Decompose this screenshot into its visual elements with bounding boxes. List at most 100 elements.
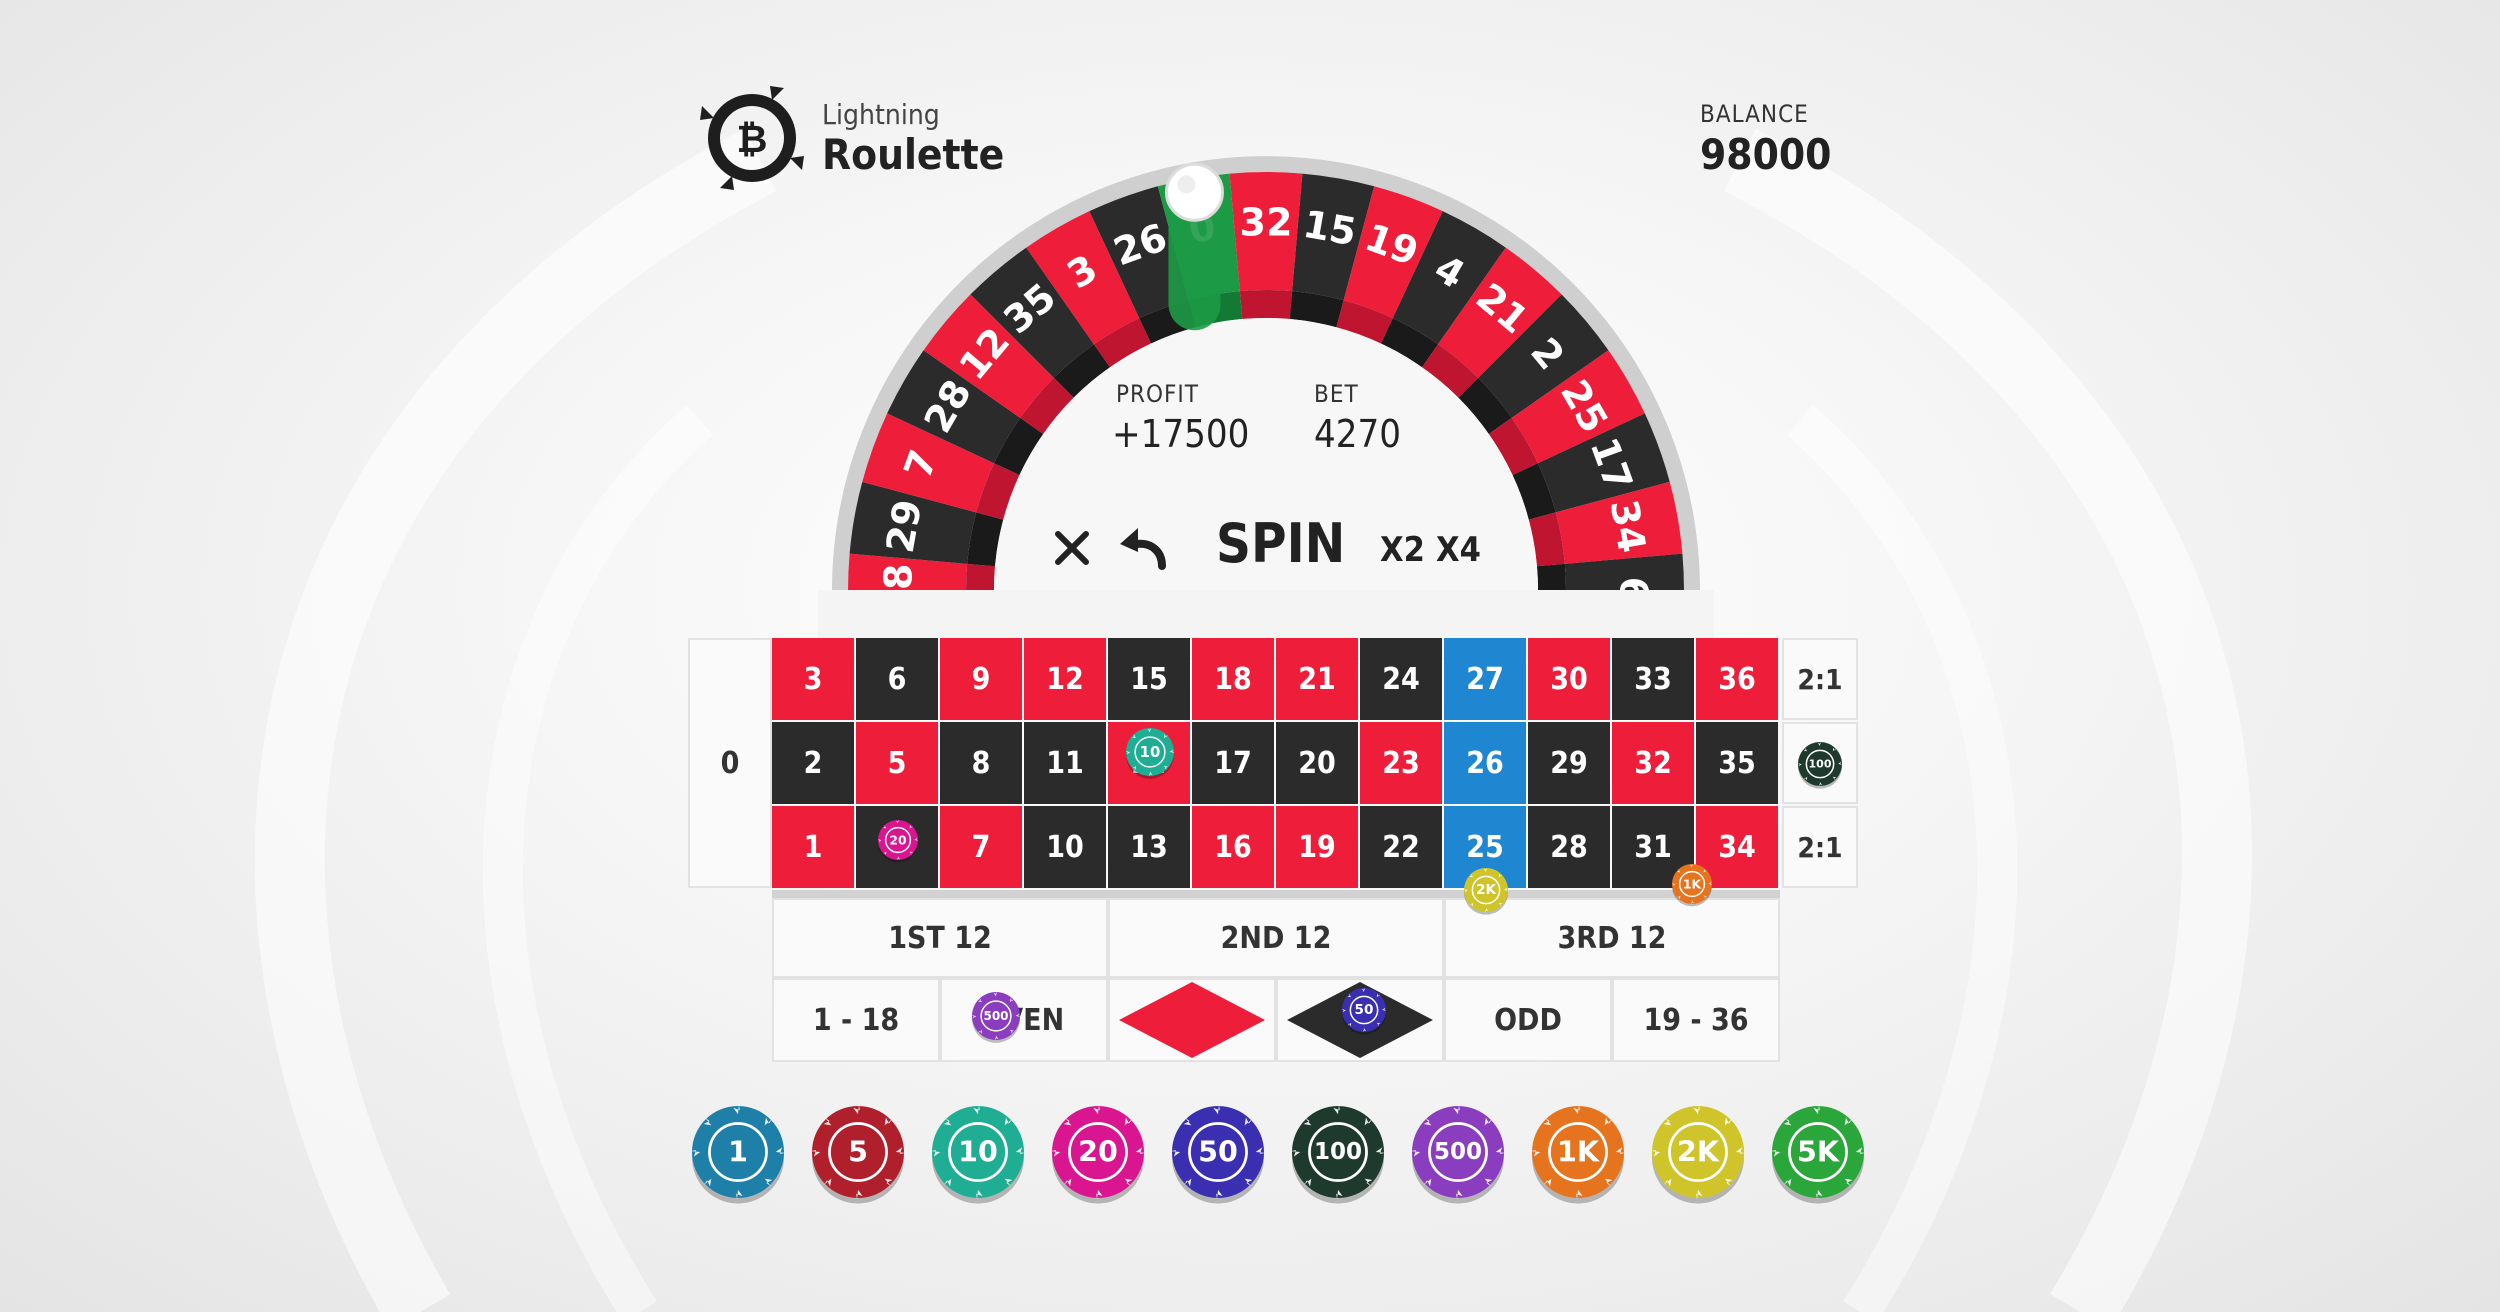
bet-even-label: EVEN [983, 1002, 1065, 1038]
wheel-pocket-inner-32 [1239, 290, 1293, 320]
number-label: 8 [971, 745, 991, 781]
wheel-number-15: 15 [1300, 202, 1360, 255]
board-shadow [772, 890, 1780, 898]
number-29[interactable]: 29 [1528, 722, 1610, 804]
chip-1-button[interactable]: 1 [688, 1104, 788, 1204]
number-13[interactable]: 13 [1108, 806, 1190, 888]
red-diamond-icon [1119, 982, 1265, 1058]
number-0[interactable]: 0 [688, 638, 772, 888]
bet-1-18-label: 1 - 18 [812, 1002, 900, 1038]
bet-odd[interactable]: ODD [1444, 978, 1612, 1062]
row-payout-label: 2:1 [1797, 830, 1843, 864]
x4-button[interactable]: X4 [1436, 530, 1481, 570]
number-5[interactable]: 5 [856, 722, 938, 804]
chip-1-icon: 1 [690, 1104, 786, 1204]
number-23[interactable]: 23 [1360, 722, 1442, 804]
number-28[interactable]: 28 [1528, 806, 1610, 888]
chip-100-icon-label: 100 [1314, 1139, 1362, 1165]
number-3[interactable]: 3 [772, 638, 854, 720]
number-24[interactable]: 24 [1360, 638, 1442, 720]
number-35[interactable]: 35 [1696, 722, 1778, 804]
number-2[interactable]: 2 [772, 722, 854, 804]
number-label: 34 [1718, 829, 1756, 865]
ball-shine [1177, 175, 1196, 194]
chip-5k-button[interactable]: 5K [1768, 1104, 1868, 1204]
close-icon [1055, 531, 1089, 565]
chip-5k-icon: 5K [1770, 1104, 1866, 1204]
chip-500-button[interactable]: 500 [1408, 1104, 1508, 1204]
number-label: 13 [1130, 829, 1168, 865]
chip-100-icon: 100 [1290, 1104, 1386, 1204]
row-payout-label: 2:1 [1797, 662, 1843, 696]
number-label: 30 [1550, 661, 1588, 697]
number-7[interactable]: 7 [940, 806, 1022, 888]
dozen-3[interactable]: 3RD 12 [1444, 898, 1780, 978]
number-label: 10 [1046, 829, 1084, 865]
undo-button[interactable] [1118, 526, 1166, 570]
chip-50-button[interactable]: 50 [1168, 1104, 1268, 1204]
number-32[interactable]: 32 [1612, 722, 1694, 804]
number-6[interactable]: 6 [856, 638, 938, 720]
dozen-2[interactable]: 2ND 12 [1108, 898, 1444, 978]
bet-red[interactable] [1108, 978, 1276, 1062]
dozen-label: 3RD 12 [1557, 920, 1667, 956]
bet-1-18[interactable]: 1 - 18 [772, 978, 940, 1062]
spin-button[interactable]: SPIN [1216, 512, 1345, 575]
number-label: 19 [1298, 829, 1336, 865]
number-34[interactable]: 34 [1696, 806, 1778, 888]
chip-1k-button[interactable]: 1K [1528, 1104, 1628, 1204]
number-21[interactable]: 21 [1276, 638, 1358, 720]
row-payout-3[interactable]: 2:1 [1782, 806, 1858, 888]
chip-50-icon: 50 [1170, 1104, 1266, 1204]
number-4[interactable]: 4 [856, 806, 938, 888]
number-17[interactable]: 17 [1192, 722, 1274, 804]
number-20[interactable]: 20 [1276, 722, 1358, 804]
number-label: 27 [1466, 661, 1504, 697]
clear-bets-button[interactable] [1052, 528, 1092, 568]
number-label: 35 [1718, 745, 1756, 781]
wheel-number-34: 34 [1602, 496, 1655, 556]
number-36[interactable]: 36 [1696, 638, 1778, 720]
row-payout-1[interactable]: 2:1 [1782, 638, 1858, 720]
number-1[interactable]: 1 [772, 806, 854, 888]
number-19[interactable]: 19 [1276, 806, 1358, 888]
number-14[interactable]: 14 [1108, 722, 1190, 804]
number-label: 16 [1214, 829, 1252, 865]
number-11[interactable]: 11 [1024, 722, 1106, 804]
number-label: 5 [887, 745, 907, 781]
row-payout-2[interactable] [1782, 722, 1858, 804]
number-label: 20 [1298, 745, 1336, 781]
chip-5-button[interactable]: 5 [808, 1104, 908, 1204]
number-25[interactable]: 25 [1444, 806, 1526, 888]
number-30[interactable]: 30 [1528, 638, 1610, 720]
number-31[interactable]: 31 [1612, 806, 1694, 888]
number-10[interactable]: 10 [1024, 806, 1106, 888]
bet-19-36[interactable]: 19 - 36 [1612, 978, 1780, 1062]
chip-2k-icon: 2K [1650, 1104, 1746, 1204]
number-18[interactable]: 18 [1192, 638, 1274, 720]
number-26[interactable]: 26 [1444, 722, 1526, 804]
x2-button[interactable]: X2 [1380, 530, 1425, 570]
number-15[interactable]: 15 [1108, 638, 1190, 720]
number-8[interactable]: 8 [940, 722, 1022, 804]
dozen-label: 1ST 12 [888, 920, 992, 956]
chip-5-icon-label: 5 [848, 1136, 868, 1169]
number-label: 11 [1046, 745, 1084, 781]
number-9[interactable]: 9 [940, 638, 1022, 720]
number-label: 9 [971, 661, 991, 697]
chip-50-icon-label: 50 [1198, 1136, 1238, 1169]
number-33[interactable]: 33 [1612, 638, 1694, 720]
number-22[interactable]: 22 [1360, 806, 1442, 888]
chip-2k-button[interactable]: 2K [1648, 1104, 1748, 1204]
number-label: 25 [1466, 829, 1504, 865]
chip-10-button[interactable]: 10 [928, 1104, 1028, 1204]
chip-100-button[interactable]: 100 [1288, 1104, 1388, 1204]
number-12[interactable]: 12 [1024, 638, 1106, 720]
dozen-1[interactable]: 1ST 12 [772, 898, 1108, 978]
number-label: 26 [1466, 745, 1504, 781]
chip-20-button[interactable]: 20 [1048, 1104, 1148, 1204]
bet-even[interactable]: EVEN [940, 978, 1108, 1062]
number-27[interactable]: 27 [1444, 638, 1526, 720]
bet-black[interactable] [1276, 978, 1444, 1062]
number-16[interactable]: 16 [1192, 806, 1274, 888]
